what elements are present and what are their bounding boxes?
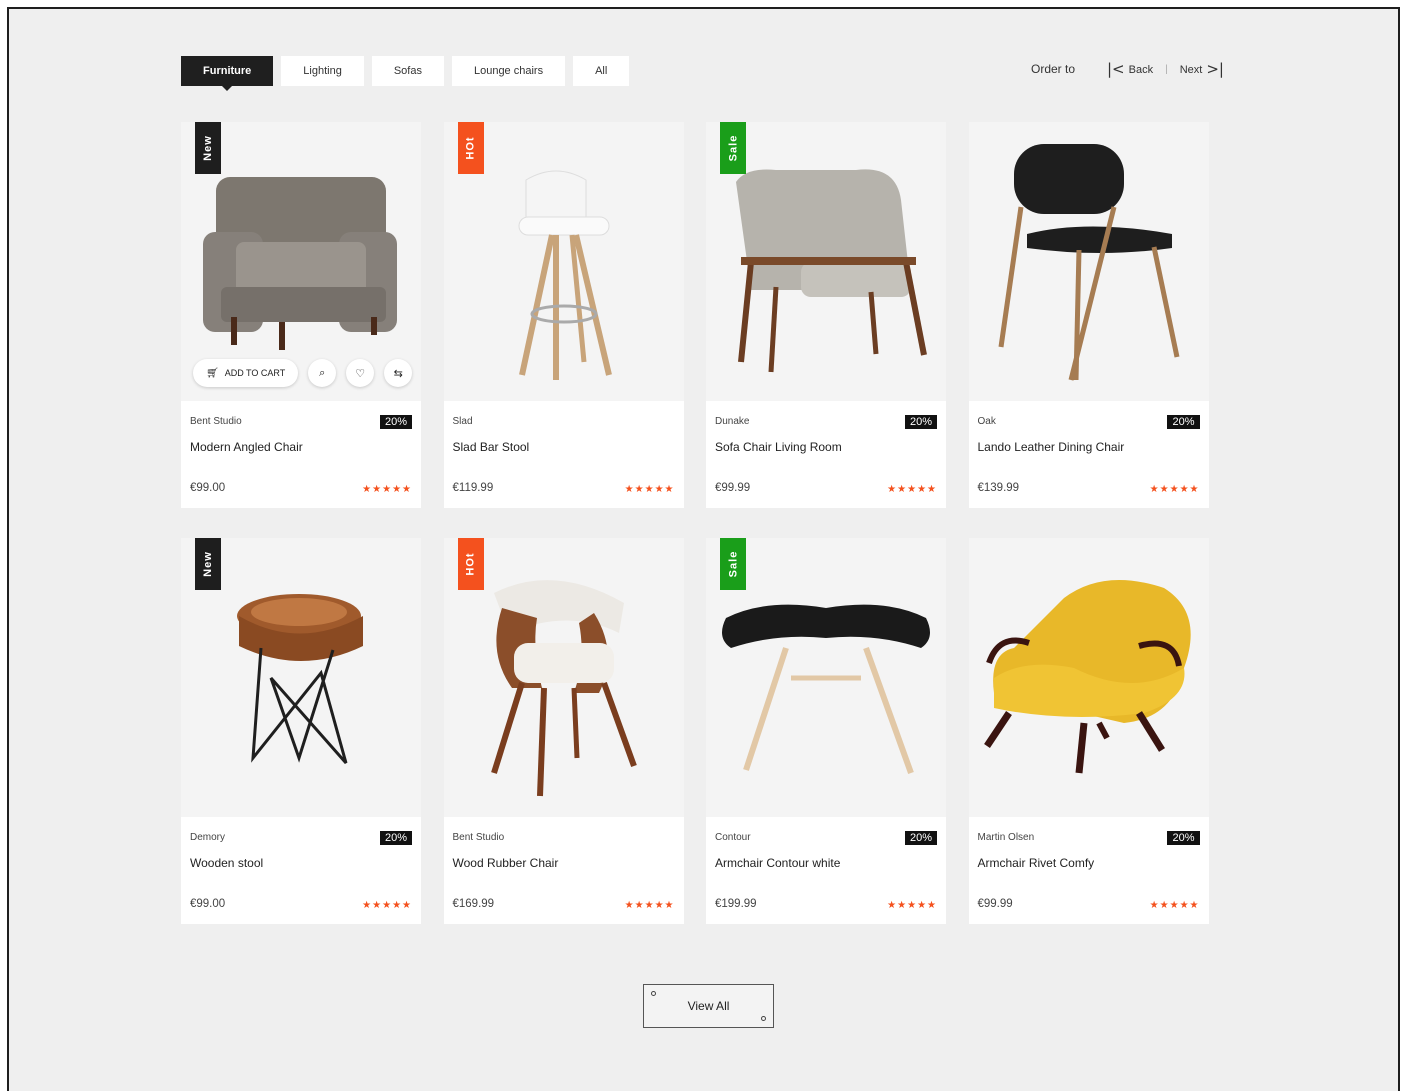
product-badge: New — [195, 538, 221, 590]
tab-lighting[interactable]: Lighting — [281, 56, 364, 86]
first-page-icon: |< — [1107, 60, 1125, 78]
product-brand[interactable]: Bent Studio — [453, 832, 505, 843]
search-icon: ⌕ — [319, 366, 326, 379]
product-price: €99.99 — [977, 898, 1013, 910]
rating-stars: ★★★★★ — [887, 900, 937, 911]
heart-icon: ♡ — [355, 366, 366, 380]
tab-lounge-chairs[interactable]: Lounge chairs — [451, 56, 566, 86]
product-brand[interactable]: Dunake — [715, 416, 749, 427]
product-name[interactable]: Modern Angled Chair — [190, 440, 303, 454]
product-image[interactable] — [968, 538, 1209, 817]
product-badge: HOt — [457, 122, 484, 174]
product-price: €169.99 — [452, 898, 495, 910]
rating-stars: ★★★★★ — [887, 484, 937, 495]
next-label: Next — [1179, 63, 1203, 76]
category-tabs: Furniture Lighting Sofas Lounge chairs A… — [181, 56, 630, 91]
product-name[interactable]: Sofa Chair Living Room — [715, 440, 842, 454]
order-to-label[interactable]: Order to — [1031, 62, 1075, 76]
product-card[interactable]: New Demory 20% Wooden stool €99.00 ★★★★★ — [181, 538, 421, 924]
rating-stars: ★★★★★ — [1149, 484, 1200, 495]
product-name[interactable]: Wood Rubber Chair — [453, 856, 559, 870]
view-all-button[interactable]: View All — [643, 984, 774, 1028]
tab-all[interactable]: All — [573, 56, 630, 86]
product-name[interactable]: Lando Leather Dining Chair — [978, 440, 1125, 454]
product-name[interactable]: Slad Bar Stool — [453, 440, 530, 454]
product-price: €99.00 — [190, 898, 226, 910]
add-to-cart-label: ADD TO CART — [224, 368, 286, 378]
discount-badge: 20% — [1167, 831, 1200, 845]
hover-actions: 🛒︎ ADD TO CART ⌕ ♡ ⇆ — [193, 359, 413, 387]
corner-dot — [761, 1016, 766, 1021]
product-badge: Sale — [720, 538, 746, 590]
cart-icon: 🛒︎ — [206, 367, 219, 379]
product-brand[interactable]: Martin Olsen — [978, 832, 1035, 843]
product-badge: HOt — [457, 538, 484, 590]
product-card[interactable]: New 🛒︎ ADD TO CART ⌕ ♡ ⇆ Bent Studio 20% Modern … — [181, 122, 421, 508]
product-brand[interactable]: Slad — [453, 416, 473, 427]
product-brand[interactable]: Contour — [715, 832, 751, 843]
pager-separator: | — [1165, 64, 1168, 75]
product-badge: New — [195, 122, 221, 174]
corner-dot — [651, 991, 656, 996]
tab-sofas[interactable]: Sofas — [371, 56, 444, 86]
add-to-cart-button[interactable]: 🛒︎ ADD TO CART — [193, 359, 299, 387]
product-badge: Sale — [720, 122, 746, 174]
product-card[interactable]: HOt Slad Slad Bar Stool €119.99 ★★★★★ — [443, 122, 684, 508]
rating-stars: ★★★★★ — [362, 900, 412, 911]
product-card[interactable]: Sale Dunake 20% Sofa Chair Living Room €99.9… — [706, 122, 946, 508]
product-image[interactable] — [968, 122, 1209, 401]
compare-icon: ⇆ — [393, 366, 403, 380]
product-card[interactable]: HOt Bent Studio Wood Rubber Chair €169.99 ★★… — [443, 538, 684, 924]
tab-furniture[interactable]: Furniture — [181, 56, 274, 91]
product-grid: New 🛒︎ ADD TO CART ⌕ ♡ ⇆ Bent Studio 20% Modern … — [181, 122, 1209, 924]
rating-stars: ★★★★★ — [624, 900, 675, 911]
discount-badge: 20% — [904, 415, 937, 429]
product-brand[interactable]: Demory — [190, 832, 225, 843]
product-price: €139.99 — [977, 482, 1020, 494]
product-name[interactable]: Wooden stool — [190, 856, 263, 870]
wishlist-button[interactable]: ♡ — [346, 359, 375, 387]
discount-badge: 20% — [1167, 415, 1200, 429]
product-name[interactable]: Armchair Rivet Comfy — [978, 856, 1095, 870]
next-button[interactable]: Next >| — [1180, 62, 1224, 77]
product-card[interactable]: Martin Olsen 20% Armchair Rivet Comfy €99.9… — [968, 538, 1209, 924]
quick-view-button[interactable]: ⌕ — [308, 359, 337, 387]
product-brand[interactable]: Oak — [978, 416, 996, 427]
product-price: €99.99 — [715, 482, 751, 494]
back-button[interactable]: |< Back — [1107, 62, 1153, 77]
product-card[interactable]: Oak 20% Lando Leather Dining Chair €139.99 ★… — [968, 122, 1209, 508]
product-price: €199.99 — [715, 898, 757, 910]
last-page-icon: >| — [1206, 60, 1224, 78]
discount-badge: 20% — [904, 831, 937, 845]
rating-stars: ★★★★★ — [1149, 900, 1200, 911]
discount-badge: 20% — [379, 415, 412, 429]
rating-stars: ★★★★★ — [362, 484, 412, 495]
product-name[interactable]: Armchair Contour white — [715, 856, 840, 870]
rating-stars: ★★★★★ — [624, 484, 675, 495]
discount-badge: 20% — [379, 831, 412, 845]
back-label: Back — [1128, 63, 1154, 76]
product-brand[interactable]: Bent Studio — [190, 416, 242, 427]
product-card[interactable]: Sale Contour 20% Armchair Contour white €199… — [706, 538, 946, 924]
pager: |< Back | Next >| — [1107, 62, 1224, 77]
product-price: €119.99 — [452, 482, 494, 494]
product-price: €99.00 — [190, 482, 226, 494]
compare-button[interactable]: ⇆ — [384, 359, 413, 387]
view-all-label: View All — [687, 999, 730, 1013]
